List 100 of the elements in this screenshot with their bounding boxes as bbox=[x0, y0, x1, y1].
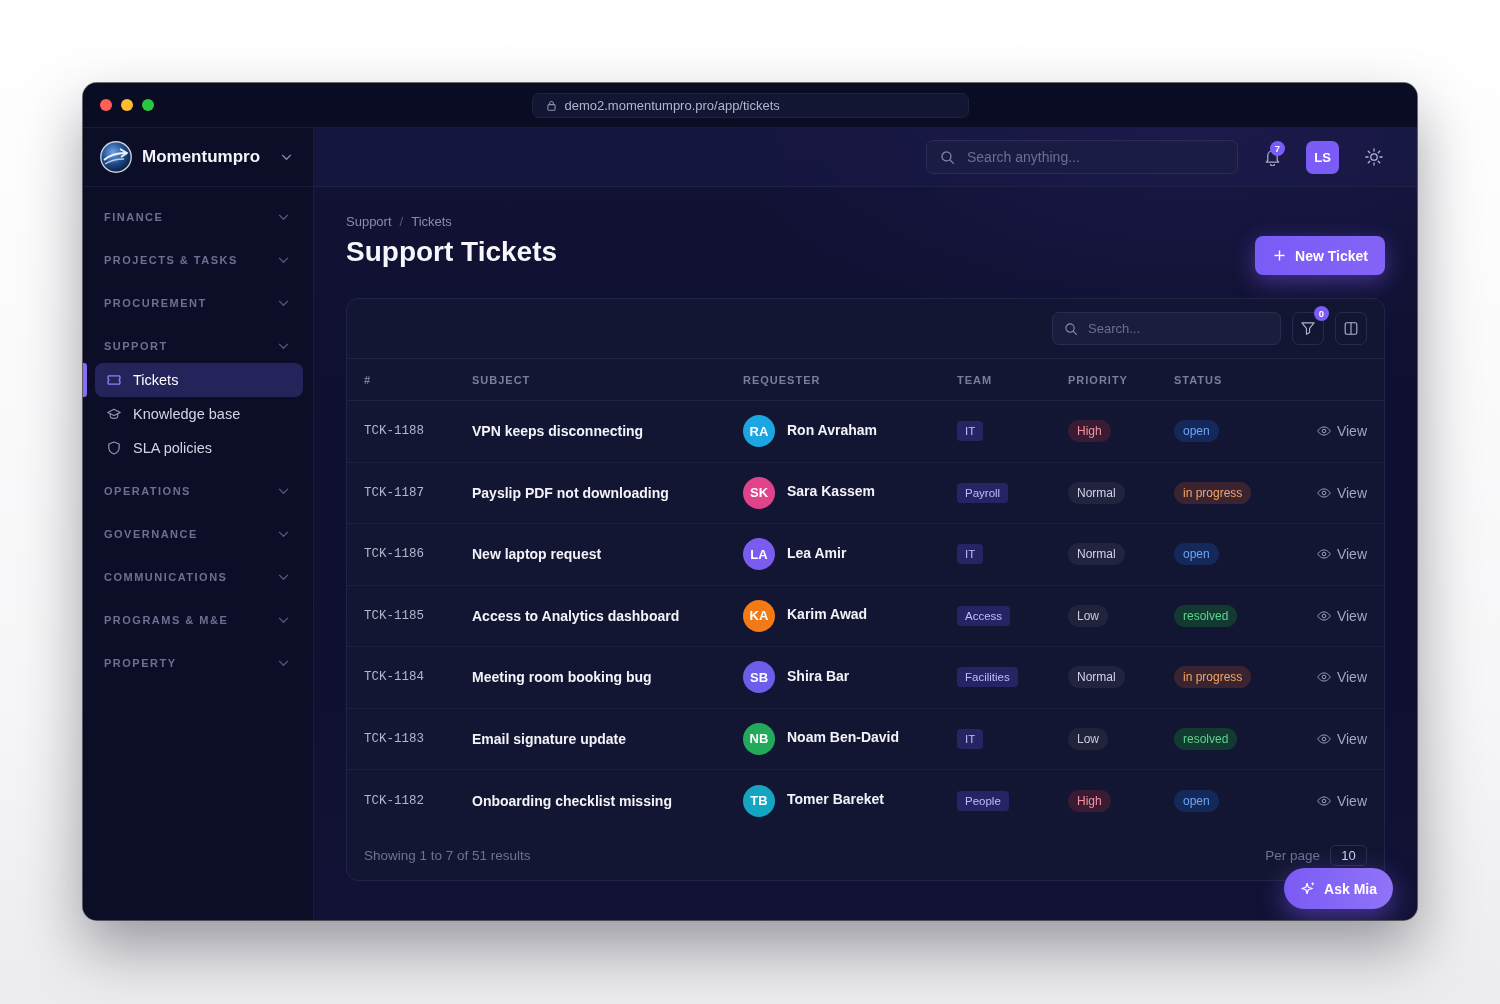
priority-tag: Normal bbox=[1068, 481, 1125, 504]
ticket-subject: Onboarding checklist missing bbox=[472, 792, 672, 809]
section-header[interactable]: PROPERTY bbox=[83, 646, 313, 680]
ticket-subject: Meeting room booking bug bbox=[472, 669, 652, 686]
section-header[interactable]: SUPPORT bbox=[83, 329, 313, 363]
section-header[interactable]: PROJECTS & TASKS bbox=[83, 243, 313, 277]
window-minimize-icon[interactable] bbox=[121, 99, 133, 111]
shield-icon bbox=[108, 441, 120, 455]
chevron-down-icon bbox=[278, 256, 289, 264]
section-header[interactable]: PROCUREMENT bbox=[83, 286, 313, 320]
chevron-down-icon bbox=[278, 299, 289, 307]
priority-tag: High bbox=[1068, 420, 1111, 443]
requester-avatar: SK bbox=[743, 476, 775, 509]
eye-icon bbox=[1316, 487, 1331, 498]
brand-name: Momentumpro bbox=[142, 147, 261, 167]
ticket-id: TCK-1187 bbox=[364, 485, 424, 500]
team-tag: IT bbox=[957, 544, 984, 565]
columns-icon bbox=[1344, 322, 1358, 335]
nav-item[interactable]: Tickets bbox=[95, 363, 303, 397]
column-header: # bbox=[364, 373, 373, 386]
section-header[interactable]: GOVERNANCE bbox=[83, 517, 313, 551]
window-zoom-icon[interactable] bbox=[142, 99, 154, 111]
status-tag: open bbox=[1174, 543, 1219, 566]
requester-avatar: LA bbox=[743, 538, 775, 571]
eye-icon bbox=[1316, 549, 1331, 560]
chevron-down-icon bbox=[278, 342, 289, 350]
nav-item[interactable]: SLA policies bbox=[95, 431, 303, 465]
status-tag: in progress bbox=[1174, 481, 1252, 504]
requester-name: Lea Amir bbox=[787, 544, 847, 561]
selection-indicator bbox=[83, 363, 87, 397]
ticket-icon bbox=[107, 374, 121, 386]
section-header[interactable]: PROGRAMS & M&E bbox=[83, 603, 313, 637]
section-header[interactable]: FINANCE bbox=[83, 200, 313, 234]
ticket-subject: Access to Analytics dashboard bbox=[472, 607, 680, 624]
results-summary: Showing 1 to 7 of 51 results bbox=[364, 848, 531, 863]
sun-icon[interactable] bbox=[1365, 148, 1383, 166]
team-tag: IT bbox=[957, 728, 984, 749]
breadcrumb-link[interactable]: Tickets bbox=[411, 213, 452, 229]
search-field[interactable]: Search... bbox=[1052, 312, 1281, 345]
requester-name: Sara Kassem bbox=[787, 483, 875, 500]
columns-button[interactable] bbox=[1335, 312, 1367, 345]
chevron-down-icon bbox=[278, 573, 289, 581]
eye-icon bbox=[1316, 610, 1331, 621]
new-ticket-button[interactable]: New Ticket bbox=[1255, 236, 1385, 275]
eye-icon bbox=[1316, 672, 1331, 683]
team-tag: IT bbox=[957, 421, 984, 442]
per-page-label: Per page bbox=[1265, 848, 1320, 863]
view-button[interactable]: View bbox=[1316, 484, 1367, 501]
section-header[interactable]: OPERATIONS bbox=[83, 474, 313, 508]
requester-name: Tomer Bareket bbox=[787, 791, 884, 808]
requester-avatar: RA bbox=[743, 415, 775, 448]
view-button[interactable]: View bbox=[1316, 730, 1367, 747]
ticket-id: TCK-1184 bbox=[364, 670, 424, 685]
window-close-icon[interactable] bbox=[100, 99, 112, 111]
eye-icon bbox=[1316, 426, 1331, 437]
status-tag: open bbox=[1174, 789, 1219, 812]
address-bar[interactable]: demo2.momentumpro.pro/app/tickets bbox=[531, 92, 969, 118]
chevron-down-icon[interactable] bbox=[281, 153, 292, 161]
column-header: SUBJECT bbox=[472, 373, 532, 386]
plus-icon bbox=[1274, 250, 1286, 261]
search-icon bbox=[941, 151, 954, 164]
chevron-down-icon bbox=[278, 530, 289, 538]
requester-name: Noam Ben-David bbox=[787, 729, 900, 746]
search-field[interactable]: Search anything... bbox=[926, 140, 1238, 174]
requester-name: Karim Awad bbox=[787, 606, 868, 623]
chevron-down-icon bbox=[278, 659, 289, 667]
view-button[interactable]: View bbox=[1316, 792, 1367, 809]
priority-tag: Normal bbox=[1068, 666, 1125, 689]
ticket-id: TCK-1183 bbox=[364, 731, 424, 746]
per-page-select[interactable]: 10 bbox=[1330, 845, 1367, 866]
ticket-id: TCK-1185 bbox=[364, 608, 424, 623]
priority-tag: Low bbox=[1068, 604, 1108, 627]
requester-avatar: SB bbox=[743, 661, 775, 694]
sparkle-icon bbox=[1301, 881, 1317, 896]
user-avatar[interactable]: LS bbox=[1306, 140, 1339, 174]
chevron-down-icon bbox=[278, 616, 289, 624]
ticket-subject: New laptop request bbox=[472, 546, 602, 563]
view-button[interactable]: View bbox=[1316, 423, 1367, 440]
column-header: TEAM bbox=[957, 373, 994, 386]
eye-icon bbox=[1316, 795, 1331, 806]
ticket-subject: VPN keeps disconnecting bbox=[472, 423, 644, 440]
view-button[interactable]: View bbox=[1316, 607, 1367, 624]
priority-tag: Normal bbox=[1068, 543, 1125, 566]
requester-name: Ron Avraham bbox=[787, 421, 877, 438]
breadcrumb-separator: / bbox=[399, 213, 404, 229]
lock-icon bbox=[546, 99, 556, 111]
logo-icon bbox=[100, 141, 132, 173]
ask-mia-button[interactable]: Ask Mia bbox=[1284, 868, 1393, 909]
team-tag: Access bbox=[957, 605, 1011, 626]
chevron-down-icon bbox=[278, 213, 289, 221]
notification-count-badge: 7 bbox=[1270, 141, 1285, 156]
view-button[interactable]: View bbox=[1316, 669, 1367, 686]
team-tag: Facilities bbox=[957, 667, 1018, 688]
section-header[interactable]: COMMUNICATIONS bbox=[83, 560, 313, 594]
ticket-id: TCK-1182 bbox=[364, 793, 424, 808]
nav-item[interactable]: Knowledge base bbox=[95, 397, 303, 431]
breadcrumb-link[interactable]: Support bbox=[346, 213, 392, 229]
requester-avatar: TB bbox=[743, 784, 775, 817]
ticket-subject: Email signature update bbox=[472, 730, 627, 747]
view-button[interactable]: View bbox=[1316, 546, 1367, 563]
